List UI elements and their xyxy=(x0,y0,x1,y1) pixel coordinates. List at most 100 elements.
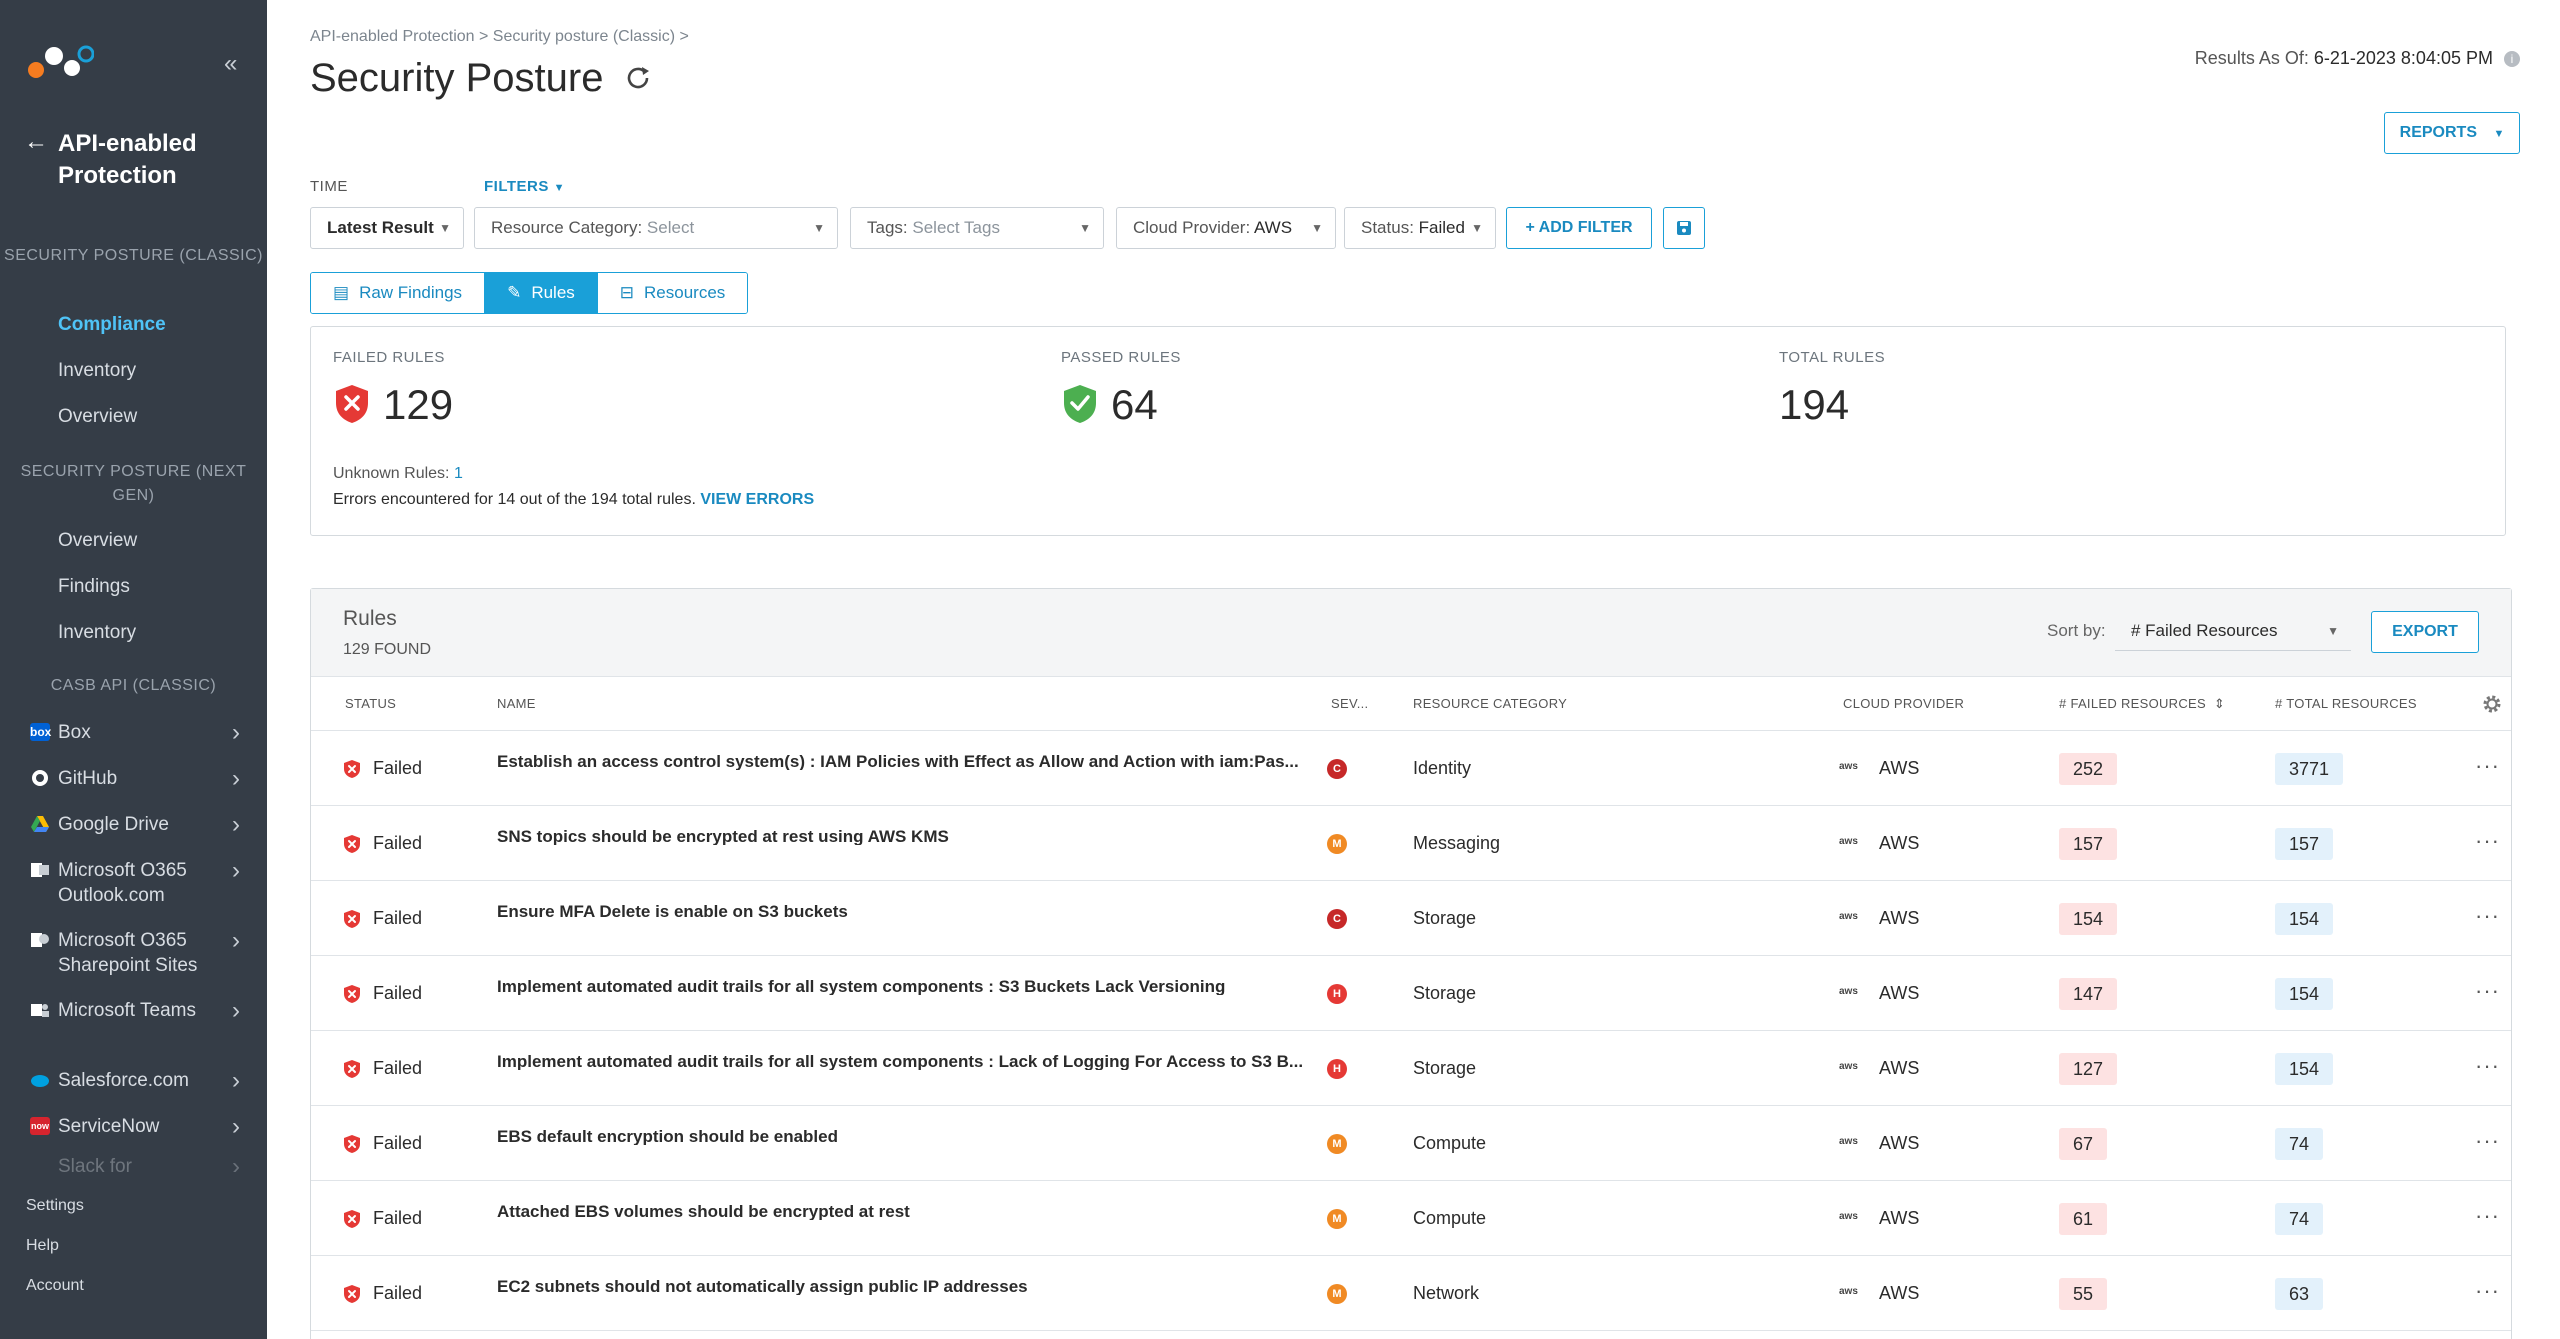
caret-down-icon: ▼ xyxy=(2327,624,2339,638)
sidebar-settings[interactable]: Settings xyxy=(26,1197,84,1215)
rule-name-link[interactable]: Implement automated audit trails for all… xyxy=(497,978,1317,995)
more-actions-icon[interactable]: ··· xyxy=(2475,1106,2500,1176)
back-arrow-icon[interactable]: ← xyxy=(24,128,48,156)
failed-resources-count[interactable]: 55 xyxy=(2059,1278,2108,1310)
total-resources-count[interactable]: 74 xyxy=(2275,1128,2324,1160)
export-button[interactable]: EXPORT xyxy=(2371,611,2479,653)
refresh-icon[interactable] xyxy=(622,62,654,94)
total-resources-count[interactable]: 154 xyxy=(2275,1053,2334,1085)
aws-icon: aws xyxy=(1839,986,1858,997)
tags-dropdown[interactable]: Tags: Select Tags ▼ xyxy=(850,207,1104,249)
sidebar-help[interactable]: Help xyxy=(26,1237,59,1255)
view-tabs: ▤ Raw Findings ✎ Rules ⊟ Resources xyxy=(310,272,749,314)
total-resources-count[interactable]: 154 xyxy=(2275,903,2334,935)
cloud-provider-dropdown[interactable]: Cloud Provider: AWS ▼ xyxy=(1116,207,1336,249)
table-row[interactable]: Failed Ensure MFA Delete is enable on S3 … xyxy=(311,881,2511,956)
unknown-rules-link[interactable]: 1 xyxy=(454,465,463,482)
sort-dropdown[interactable]: # Failed Resources ▼ xyxy=(2115,611,2351,651)
severity-badge: M xyxy=(1327,1284,1347,1304)
severity-badge: M xyxy=(1327,1134,1347,1154)
rule-name-link[interactable]: Establish an access control system(s) : … xyxy=(497,753,1317,770)
failed-resources-count[interactable]: 147 xyxy=(2059,978,2118,1010)
rule-name-link[interactable]: Ensure MFA Delete is enable on S3 bucket… xyxy=(497,903,1317,920)
sidebar-app-slack[interactable]: Slack for › xyxy=(30,1154,240,1172)
caret-down-icon: ▼ xyxy=(1079,221,1091,235)
reports-button[interactable]: REPORTS ▼ xyxy=(2384,112,2520,154)
table-row[interactable]: Failed Implement automated audit trails f… xyxy=(311,956,2511,1031)
tab-resources[interactable]: ⊟ Resources xyxy=(597,273,748,313)
breadcrumb[interactable]: API-enabled Protection > Security postur… xyxy=(310,28,689,46)
total-resources-count[interactable]: 157 xyxy=(2275,828,2334,860)
servicenow-icon: now xyxy=(30,1117,50,1135)
tab-raw-findings[interactable]: ▤ Raw Findings xyxy=(311,273,486,313)
more-actions-icon[interactable]: ··· xyxy=(2475,731,2500,801)
more-actions-icon[interactable]: ··· xyxy=(2475,956,2500,1026)
sidebar-item-overview-nextgen[interactable]: Overview xyxy=(58,530,137,552)
col-severity[interactable]: SEV... xyxy=(1331,677,1368,731)
sidebar-item-overview[interactable]: Overview xyxy=(58,406,137,428)
more-actions-icon[interactable]: ··· xyxy=(2475,1181,2500,1251)
failed-rules-label: FAILED RULES xyxy=(333,349,445,366)
total-resources-count[interactable]: 63 xyxy=(2275,1278,2324,1310)
failed-resources-count[interactable]: 252 xyxy=(2059,753,2118,785)
chevron-right-icon: › xyxy=(232,927,240,954)
chevron-right-icon: › xyxy=(232,857,240,884)
save-filter-button[interactable] xyxy=(1663,207,1705,249)
tab-rules[interactable]: ✎ Rules xyxy=(485,273,598,313)
status-dropdown[interactable]: Status: Failed ▼ xyxy=(1344,207,1496,249)
col-resource-category[interactable]: RESOURCE CATEGORY xyxy=(1413,677,1567,731)
add-filter-button[interactable]: + ADD FILTER xyxy=(1506,207,1652,249)
total-resources-count[interactable]: 74 xyxy=(2275,1203,2324,1235)
time-dropdown[interactable]: Latest Result ▼ xyxy=(310,207,464,249)
rule-name-link[interactable]: SNS topics should be encrypted at rest u… xyxy=(497,828,1317,845)
view-errors-link[interactable]: VIEW ERRORS xyxy=(700,491,814,508)
cloud-provider: AWS xyxy=(1879,983,1920,1003)
tab-label: Raw Findings xyxy=(359,283,463,302)
netskope-logo[interactable] xyxy=(26,44,94,80)
failed-rules-value: 129 xyxy=(383,381,454,428)
col-status[interactable]: STATUS xyxy=(345,677,396,731)
total-resources-count[interactable]: 3771 xyxy=(2275,753,2344,785)
sidebar-account[interactable]: Account xyxy=(26,1277,84,1295)
more-actions-icon[interactable]: ··· xyxy=(2475,881,2500,951)
section-label-nextgen: SECURITY POSTURE (NEXT GEN) xyxy=(0,460,267,508)
chevron-right-icon: › xyxy=(232,1113,240,1140)
col-name[interactable]: NAME xyxy=(497,677,536,731)
failed-resources-count[interactable]: 154 xyxy=(2059,903,2118,935)
rule-name-link[interactable]: EC2 subnets should not automatically ass… xyxy=(497,1278,1317,1295)
failed-resources-count[interactable]: 67 xyxy=(2059,1128,2108,1160)
severity-badge: C xyxy=(1327,909,1347,929)
sidebar-item-findings[interactable]: Findings xyxy=(58,576,130,598)
status-text: Failed xyxy=(373,983,423,1003)
table-row[interactable]: Failed EC2 subnets should not automatical… xyxy=(311,1256,2511,1331)
sidebar-item-inventory-nextgen[interactable]: Inventory xyxy=(58,622,136,644)
sidebar-item-compliance[interactable]: Compliance xyxy=(58,314,166,336)
col-cloud-provider[interactable]: CLOUD PROVIDER xyxy=(1843,677,1964,731)
info-icon[interactable]: i xyxy=(2504,51,2520,67)
rule-name-link[interactable]: Attached EBS volumes should be encrypted… xyxy=(497,1203,1317,1220)
rule-name-link[interactable]: EBS default encryption should be enabled xyxy=(497,1128,1317,1145)
collapse-sidebar-icon[interactable]: « xyxy=(224,50,237,78)
severity-badge: M xyxy=(1327,1209,1347,1229)
table-row[interactable]: Failed EBS default encryption should be e… xyxy=(311,1106,2511,1181)
failed-resources-count[interactable]: 127 xyxy=(2059,1053,2118,1085)
chevron-right-icon: › xyxy=(232,719,240,746)
sidebar-item-inventory[interactable]: Inventory xyxy=(58,360,136,382)
table-row[interactable]: Failed Attached EBS volumes should be enc… xyxy=(311,1181,2511,1256)
more-actions-icon[interactable]: ··· xyxy=(2475,1031,2500,1101)
resource-category: Identity xyxy=(1413,758,1472,778)
col-total-resources[interactable]: # TOTAL RESOURCES xyxy=(2275,677,2417,731)
table-row[interactable]: Failed SNS topics should be encrypted at … xyxy=(311,806,2511,881)
more-actions-icon[interactable]: ··· xyxy=(2475,1256,2500,1326)
rule-name-link[interactable]: Implement automated audit trails for all… xyxy=(497,1053,1317,1070)
more-actions-icon[interactable]: ··· xyxy=(2475,806,2500,876)
total-resources-count[interactable]: 154 xyxy=(2275,978,2334,1010)
resource-category-dropdown[interactable]: Resource Category: Select ▼ xyxy=(474,207,838,249)
failed-resources-count[interactable]: 61 xyxy=(2059,1203,2108,1235)
table-row[interactable]: Failed Establish an access control system… xyxy=(311,731,2511,806)
gear-icon[interactable] xyxy=(2481,693,2503,715)
filters-toggle[interactable]: FILTERS ▼ xyxy=(484,178,565,195)
failed-resources-count[interactable]: 157 xyxy=(2059,828,2118,860)
table-row[interactable]: Failed Implement automated audit trails f… xyxy=(311,1031,2511,1106)
col-failed-resources[interactable]: # FAILED RESOURCES ⇕ xyxy=(2059,677,2225,731)
